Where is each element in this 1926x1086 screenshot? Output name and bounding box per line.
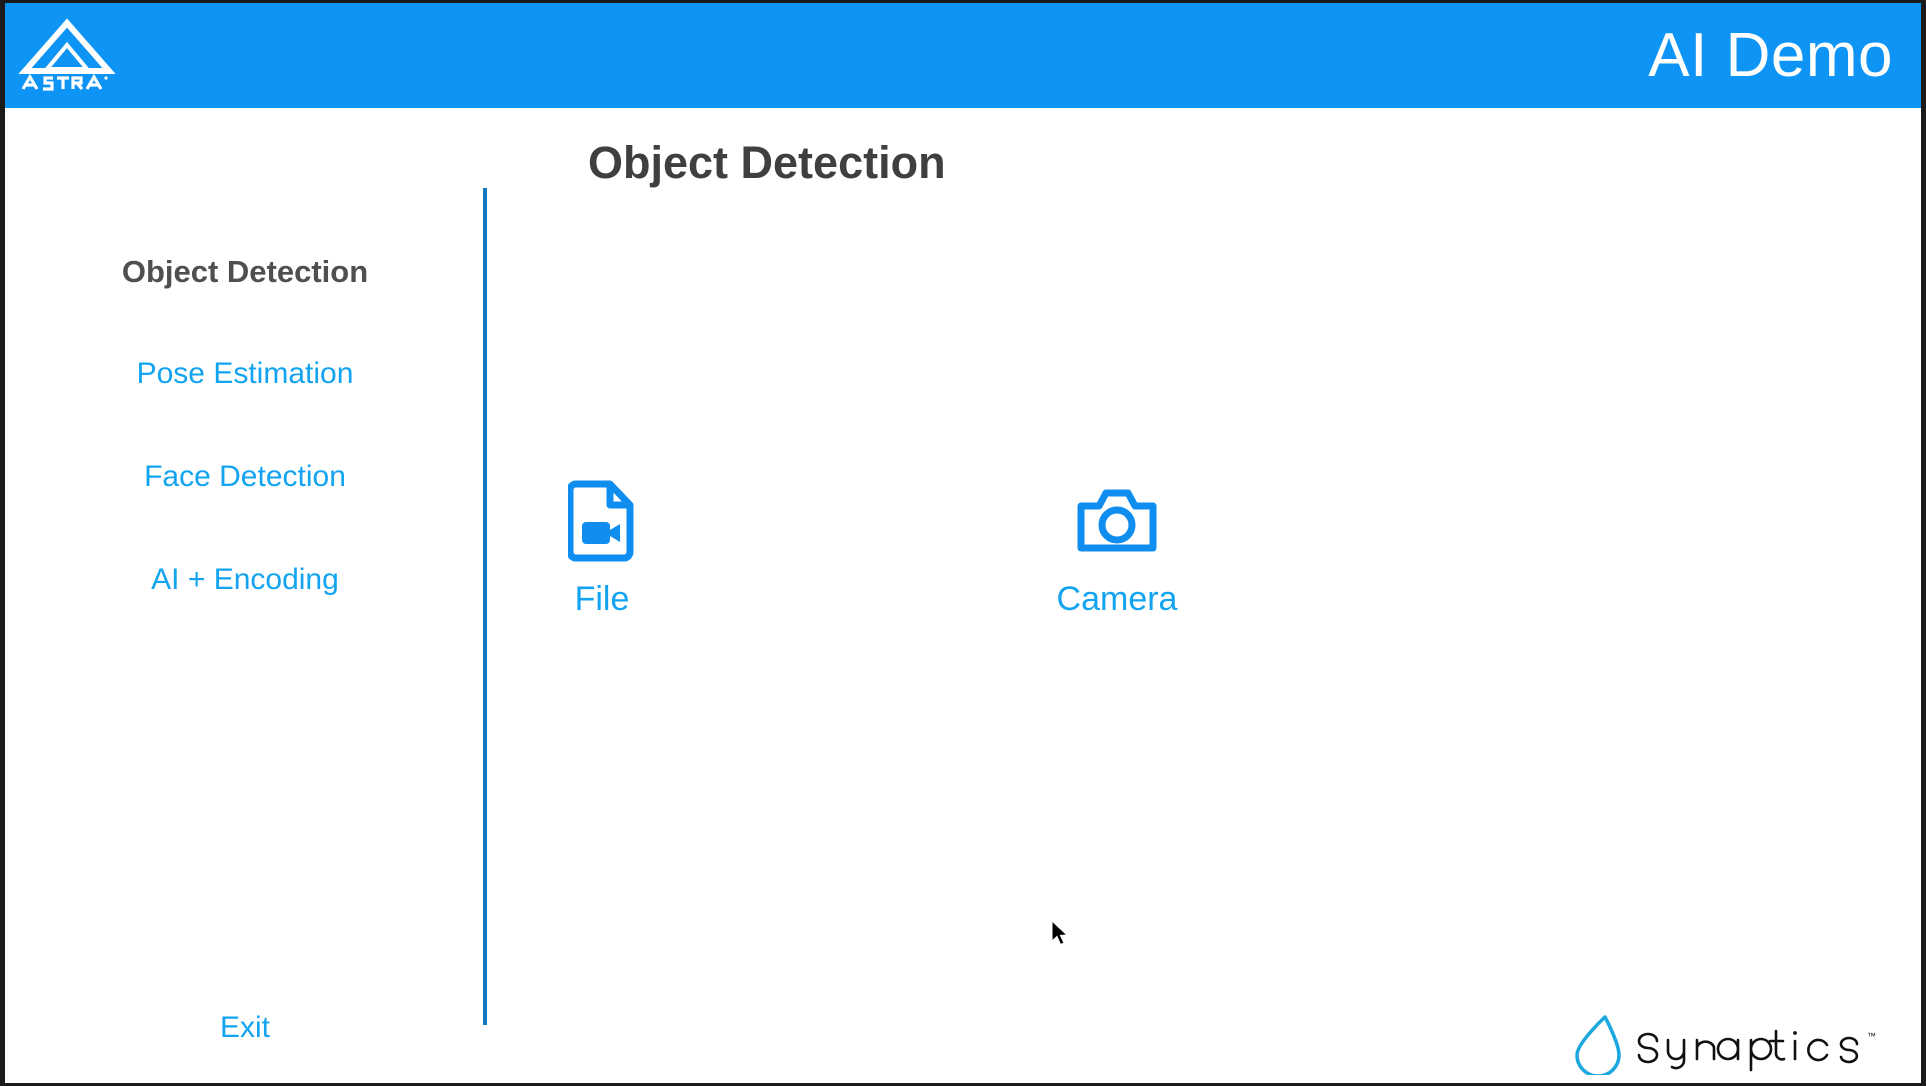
trademark-mark: ™ bbox=[1867, 1031, 1876, 1041]
source-tile-camera-label: Camera bbox=[1056, 580, 1178, 618]
astra-logo bbox=[17, 15, 117, 97]
sidebar-item-face-detection[interactable]: Face Detection bbox=[5, 462, 485, 492]
astra-logo-mark bbox=[18, 17, 116, 91]
synaptics-logo: ™ bbox=[1571, 1013, 1907, 1075]
source-tile-file[interactable]: File bbox=[472, 480, 732, 616]
file-icon-wrap bbox=[472, 480, 732, 562]
sidebar-item-pose-estimation[interactable]: Pose Estimation bbox=[5, 359, 485, 389]
application-window: AI Demo Object Detection Pose Estimation… bbox=[0, 0, 1926, 1086]
camera-icon-wrap bbox=[987, 480, 1247, 562]
sidebar-item-exit[interactable]: Exit bbox=[5, 1013, 485, 1043]
sidebar: Object Detection Pose Estimation Face De… bbox=[5, 108, 487, 1083]
source-tile-camera[interactable]: Camera bbox=[987, 480, 1247, 616]
sidebar-item-ai-encoding[interactable]: AI + Encoding bbox=[5, 565, 485, 595]
synaptics-logo-mark: ™ bbox=[1575, 1015, 1876, 1075]
file-video-icon bbox=[568, 480, 634, 562]
page-title: Object Detection bbox=[588, 137, 946, 188]
sidebar-item-object-detection[interactable]: Object Detection bbox=[5, 256, 485, 287]
content-area: Object Detection Pose Estimation Face De… bbox=[5, 108, 1921, 1083]
source-tile-file-label: File bbox=[574, 580, 630, 618]
header-bar: AI Demo bbox=[5, 3, 1921, 108]
main-panel: Object Detection File Camera bbox=[487, 108, 1921, 1083]
camera-icon bbox=[1077, 489, 1157, 552]
app-title: AI Demo bbox=[1648, 20, 1893, 90]
